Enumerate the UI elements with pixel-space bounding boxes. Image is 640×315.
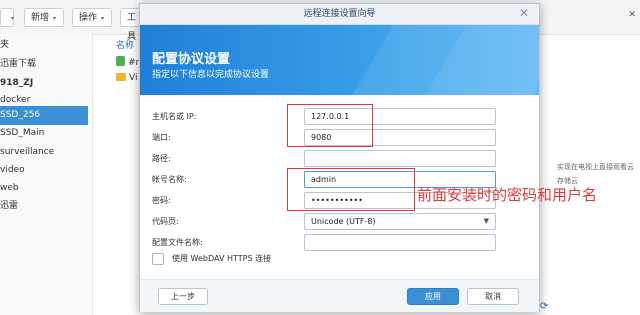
file-row[interactable]: #r [116,56,139,68]
codepage-select[interactable]: Unicode (UTF-8) ▼ [304,213,496,230]
sidebar-item-active[interactable]: SSD_256 [0,106,88,125]
webdav-https-checkbox[interactable] [152,253,164,265]
sidebar-item[interactable]: 迅雷下载 [0,55,88,74]
host-label: 主机名或 IP: [152,112,197,121]
cancel-button[interactable]: 取消 [467,288,519,305]
webdav-https-label: 使用 WebDAV HTTPS 连接 [172,254,272,263]
password-label: 密码: [152,196,171,205]
toolbar-action-button[interactable]: 操作 ▾ [72,8,112,27]
config-file-label: 配置文件名称: [152,238,203,247]
chevron-down-icon: ▾ [53,15,57,22]
dialog-footer: 上一步 应用 取消 [140,279,539,312]
sidebar-item[interactable]: video [0,161,88,180]
dialog-heading: 配置协议设置 [152,52,231,67]
sidebar-item[interactable]: web [0,179,88,198]
file-icon [116,56,125,66]
apply-button[interactable]: 应用 [407,288,459,305]
codepage-label: 代码页: [152,217,179,226]
info-text: 实现在电视上直接观看云 [557,163,634,171]
back-button[interactable]: 上一步 [158,288,208,305]
annotation-box-host-port [287,104,373,147]
annotation-box-credentials [287,168,415,211]
port-label: 端口: [152,133,171,142]
close-icon[interactable]: ✕ [628,10,636,20]
dialog-title: 远程连接设置向导 [140,4,539,25]
sidebar-item[interactable]: surveillance [0,143,88,162]
dialog-subheading: 指定以下信息以完成协议设置 [152,70,270,80]
config-file-input[interactable] [304,234,496,251]
path-input[interactable] [304,150,496,167]
chevron-down-icon: ▾ [101,15,105,22]
file-row[interactable]: Vi [116,73,137,83]
folder-icon [116,73,126,81]
sidebar-item[interactable]: SSD_Main [0,124,88,143]
toolbar-new-button[interactable]: 新增 ▾ [24,8,64,27]
dialog-header: 配置协议设置 指定以下信息以完成协议设置 [140,25,539,95]
account-label: 帐号名称: [152,175,187,184]
chevron-down-icon: ▼ [483,217,489,225]
remote-connection-dialog: 远程连接设置向导 ✕ 配置协议设置 指定以下信息以完成协议设置 主机名或 IP:… [139,3,540,312]
annotation-note: 前面安装时的密码和用户名 [417,186,598,204]
column-header-name[interactable]: 名称 [116,38,134,51]
refresh-icon[interactable]: ⟳ [540,301,548,312]
sidebar: 夹 迅雷下载 918_ZJ docker SSD_256 SSD_Main su… [0,34,93,315]
sidebar-item[interactable]: 夹 [0,36,88,55]
sidebar-item[interactable]: 迅雷 [0,197,88,216]
toolbar-first-button[interactable]: ▾ [0,8,14,27]
path-label: 路径: [152,154,171,163]
close-icon[interactable]: ✕ [519,6,529,20]
